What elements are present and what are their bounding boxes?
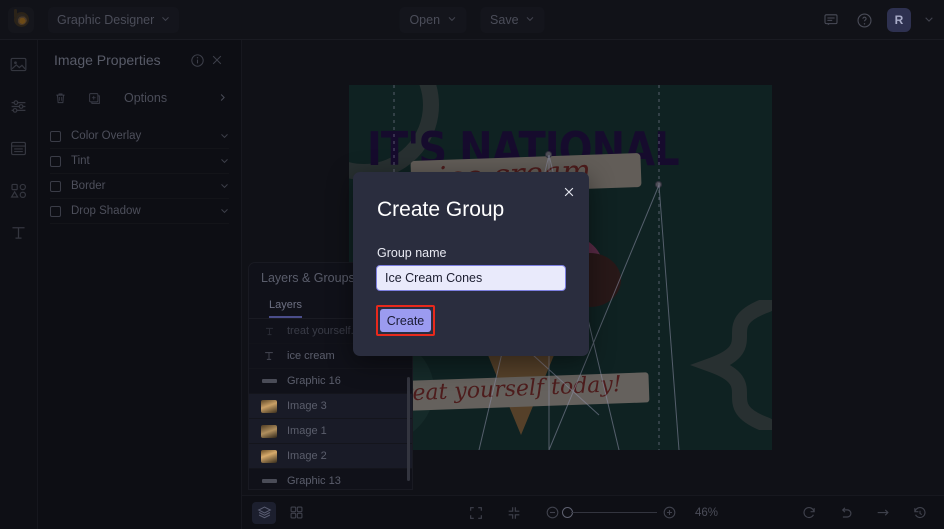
- chevron-down-icon[interactable]: [220, 131, 229, 142]
- save-button[interactable]: Save: [480, 7, 545, 33]
- collapse-icon[interactable]: [502, 502, 526, 524]
- list-item[interactable]: Image 2: [249, 444, 412, 469]
- image-thumb-icon: [260, 449, 278, 463]
- chevron-down-icon[interactable]: [220, 181, 229, 192]
- chevron-right-icon: [218, 91, 227, 105]
- avatar[interactable]: R: [887, 8, 911, 32]
- info-circle-icon[interactable]: [187, 50, 207, 70]
- zoom-slider-track[interactable]: [571, 511, 657, 514]
- image-thumb-icon: [260, 399, 278, 413]
- top-bar-right: R: [821, 0, 934, 40]
- bottom-bar-right: [797, 502, 932, 524]
- create-button-highlight: Create: [376, 305, 435, 336]
- property-row-border[interactable]: Border: [50, 174, 229, 199]
- avatar-initial: R: [894, 13, 904, 27]
- top-bar-center: Open Save: [399, 0, 545, 40]
- modal-title: Create Group: [377, 198, 505, 221]
- graphic-bar-icon: [260, 374, 278, 388]
- chevron-down-icon[interactable]: [220, 206, 229, 217]
- app-root: Graphic Designer Open Save R Image Prope…: [0, 0, 944, 529]
- refresh-icon[interactable]: [797, 502, 821, 524]
- bottom-bar-center: 46%: [464, 502, 729, 524]
- group-name-label: Group name: [377, 246, 447, 260]
- bottom-bar-left: [242, 501, 308, 524]
- property-row-drop-shadow[interactable]: Drop Shadow: [50, 199, 229, 224]
- property-label: Drop Shadow: [71, 205, 141, 217]
- options-button[interactable]: Options: [118, 91, 229, 105]
- property-row-color-overlay[interactable]: Color Overlay: [50, 124, 229, 149]
- list-item[interactable]: Graphic 13: [249, 469, 412, 489]
- duplicate-icon[interactable]: [84, 88, 104, 108]
- list-item[interactable]: Image 1: [249, 419, 412, 444]
- history-icon[interactable]: [908, 502, 932, 524]
- zoom-in-icon[interactable]: [657, 502, 681, 524]
- checkbox-drop-shadow[interactable]: [50, 205, 61, 217]
- create-button[interactable]: Create: [380, 309, 431, 332]
- trash-icon[interactable]: [50, 88, 70, 108]
- properties-options-list: Color Overlay Tint Border Drop Shadow: [38, 124, 241, 224]
- layers-scrollbar[interactable]: [407, 377, 410, 481]
- fit-to-screen-icon[interactable]: [464, 502, 488, 524]
- image-thumb-icon: [260, 424, 278, 438]
- properties-toolbar: Options: [38, 80, 241, 116]
- create-group-modal: Create Group Group name Create: [353, 172, 589, 356]
- layer-name: Image 2: [287, 450, 327, 462]
- grid-elements-icon[interactable]: [7, 178, 31, 202]
- app-menu-button[interactable]: Graphic Designer: [48, 6, 180, 33]
- sliders-icon[interactable]: [7, 94, 31, 118]
- group-name-input[interactable]: [376, 265, 566, 291]
- checkbox-tint[interactable]: [50, 155, 61, 167]
- checkbox-color-overlay[interactable]: [50, 130, 61, 142]
- chevron-down-icon: [526, 14, 535, 26]
- zoom-slider[interactable]: [540, 502, 681, 524]
- image-icon[interactable]: [7, 52, 31, 76]
- layer-name: treat yourself...: [287, 325, 360, 337]
- close-icon[interactable]: [561, 184, 577, 200]
- text-icon[interactable]: [7, 220, 31, 244]
- chevron-down-icon[interactable]: [924, 14, 934, 27]
- left-tool-rail: [0, 40, 38, 529]
- bottom-bar: 46%: [242, 495, 944, 529]
- top-bar: Graphic Designer Open Save R: [0, 0, 944, 40]
- zoom-level-label: 46%: [695, 506, 719, 519]
- checkbox-border[interactable]: [50, 180, 61, 192]
- chevron-down-icon: [161, 14, 170, 26]
- tab-layers[interactable]: Layers: [269, 299, 303, 318]
- graphic-bar-icon: [260, 474, 278, 488]
- open-button[interactable]: Open: [399, 7, 467, 33]
- layer-name: Graphic 13: [287, 475, 341, 487]
- layer-name: Graphic 16: [287, 375, 341, 387]
- layers-stack-icon[interactable]: [252, 501, 276, 524]
- comment-icon[interactable]: [821, 10, 841, 30]
- text-icon: [260, 324, 278, 338]
- list-item[interactable]: Graphic 16: [249, 369, 412, 394]
- layout-icon[interactable]: [7, 136, 31, 160]
- open-label: Open: [409, 13, 441, 27]
- undo-icon[interactable]: [834, 502, 858, 524]
- layer-name: Image 3: [287, 400, 327, 412]
- grid-icon[interactable]: [284, 502, 308, 524]
- zoom-out-icon[interactable]: [540, 502, 564, 524]
- properties-header: Image Properties: [38, 40, 241, 80]
- chevron-down-icon: [447, 14, 456, 26]
- page-title: Image Properties: [54, 52, 161, 68]
- property-label: Color Overlay: [71, 130, 142, 142]
- brand-logo-icon[interactable]: [8, 6, 34, 33]
- property-label: Border: [71, 180, 106, 192]
- close-icon[interactable]: [207, 50, 227, 70]
- redo-icon[interactable]: [871, 502, 895, 524]
- help-circle-icon[interactable]: [854, 10, 874, 30]
- text-icon: [260, 349, 278, 363]
- layer-name: Image 1: [287, 425, 327, 437]
- list-item[interactable]: Image 3: [249, 394, 412, 419]
- app-menu-label: Graphic Designer: [57, 12, 155, 27]
- property-label: Tint: [71, 155, 90, 167]
- image-properties-panel: Image Properties Options Color Overlay T…: [38, 40, 242, 529]
- save-label: Save: [490, 13, 519, 27]
- logo-mark: [13, 9, 29, 27]
- options-label: Options: [124, 91, 168, 105]
- property-row-tint[interactable]: Tint: [50, 149, 229, 174]
- chevron-down-icon[interactable]: [220, 156, 229, 167]
- layer-name: ice cream: [287, 350, 335, 362]
